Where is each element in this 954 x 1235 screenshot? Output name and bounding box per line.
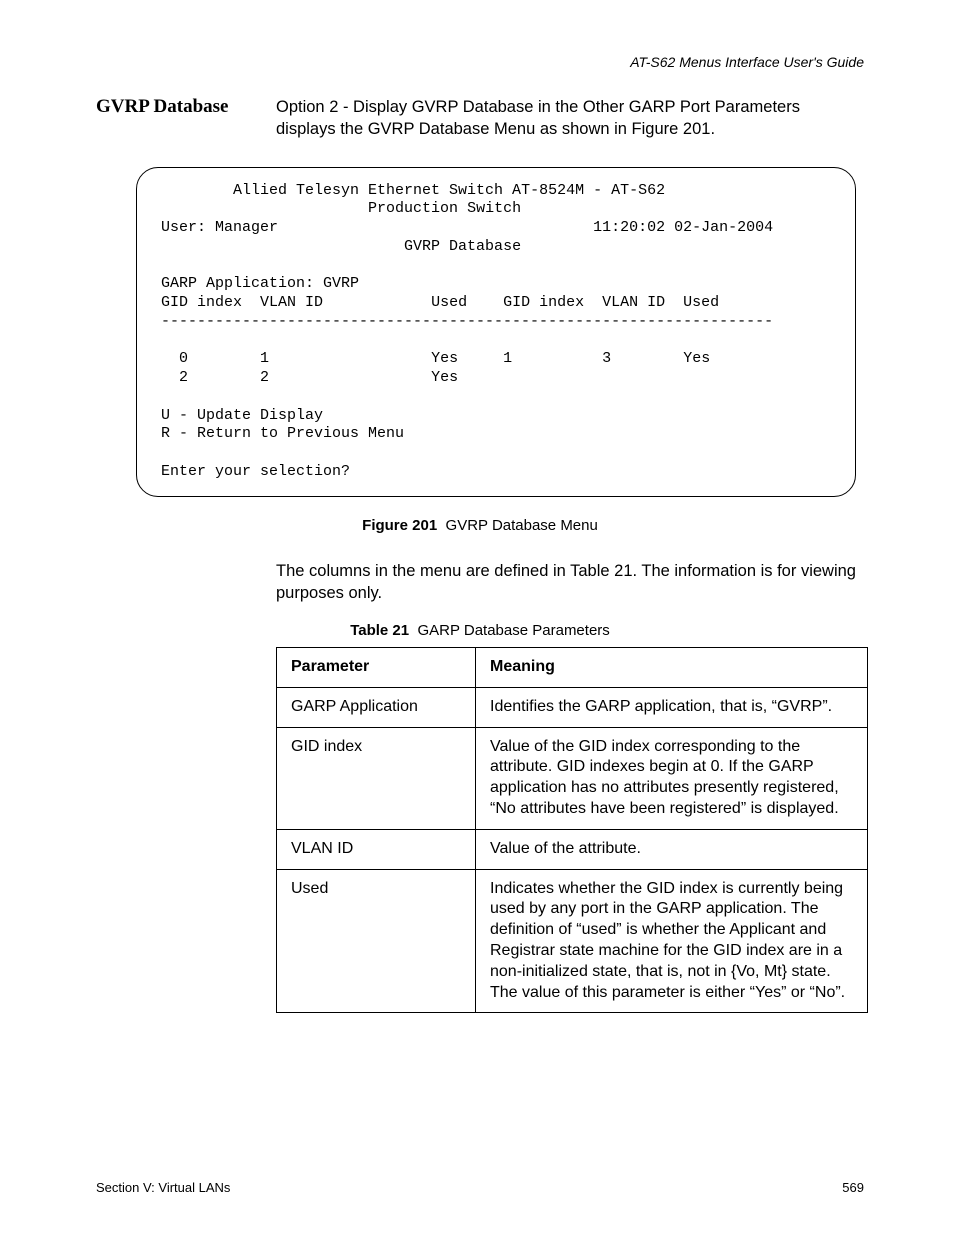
table-row: VLAN ID Value of the attribute. [277,829,868,869]
post-figure-paragraph: The columns in the menu are defined in T… [276,560,864,605]
figure-caption: Figure 201 GVRP Database Menu [96,517,864,534]
page-footer: Section V: Virtual LANs 569 [96,1180,864,1195]
footer-section: Section V: Virtual LANs [96,1180,230,1195]
figure-label: Figure 201 [362,517,437,534]
terminal-screen-title: GVRP Database [404,238,521,255]
section-header-row: GVRP Database Option 2 - Display GVRP Da… [96,96,864,141]
terminal-divider: ----------------------------------------… [161,313,773,330]
th-meaning: Meaning [476,648,868,688]
table-label: Table 21 [350,622,409,639]
col-gid: GID index [161,294,242,311]
th-parameter: Parameter [277,648,476,688]
r1c2: 2 [260,369,269,386]
r0c3: Yes [431,350,458,367]
terminal-prompt: Enter your selection? [161,463,350,480]
figure-text: GVRP Database Menu [446,517,598,534]
cell-meaning: Value of the attribute. [476,829,868,869]
r0c4: 1 [503,350,512,367]
cell-param: GARP Application [277,687,476,727]
cell-param: VLAN ID [277,829,476,869]
footer-page-number: 569 [842,1180,864,1195]
terminal-user-row: User: Manager 11:20:02 02-Jan-2004 [161,219,773,236]
table-row: GARP Application Identifies the GARP app… [277,687,868,727]
table-caption-text: GARP Database Parameters [417,622,609,639]
page: AT-S62 Menus Interface User's Guide GVRP… [0,0,954,1235]
r1c1: 2 [179,369,188,386]
running-header: AT-S62 Menus Interface User's Guide [96,54,864,70]
terminal-subtitle: Production Switch [368,200,521,217]
terminal-opt-u: U - Update Display [161,407,323,424]
col-vlan: VLAN ID [260,294,323,311]
r0c6: Yes [683,350,710,367]
r1c3: Yes [431,369,458,386]
r0c5: 3 [602,350,611,367]
cell-param: Used [277,869,476,1013]
terminal-column-headers: GID index VLAN ID Used GID index VLAN ID… [161,294,719,311]
terminal-row-1: 2 2 Yes [161,369,458,386]
cell-param: GID index [277,727,476,829]
col-used: Used [431,294,467,311]
terminal-screen-title-row: GVRP Database [161,238,521,255]
section-intro: Option 2 - Display GVRP Database in the … [276,96,864,141]
col-gid2: GID index [503,294,584,311]
cell-meaning: Value of the GID index corresponding to … [476,727,868,829]
col-used2: Used [683,294,719,311]
terminal-title-text: Allied Telesyn Ethernet Switch AT-8524M … [233,182,665,199]
section-title: GVRP Database [96,96,276,118]
parameters-table: Parameter Meaning GARP Application Ident… [276,647,868,1013]
r0c2: 1 [260,350,269,367]
terminal-row-0: 0 1 Yes 1 3 Yes [161,350,710,367]
col-vlan2: VLAN ID [602,294,665,311]
terminal-screen: Allied Telesyn Ethernet Switch AT-8524M … [136,167,856,497]
terminal-user: User: Manager [161,219,278,236]
cell-meaning: Identifies the GARP application, that is… [476,687,868,727]
table-caption: Table 21 GARP Database Parameters [96,622,864,639]
terminal-garp-app: GARP Application: GVRP [161,275,359,292]
table-row: Used Indicates whether the GID index is … [277,869,868,1013]
table-header-row: Parameter Meaning [277,648,868,688]
terminal-timestamp: 11:20:02 02-Jan-2004 [593,219,773,236]
r0c1: 0 [179,350,188,367]
terminal-title: Allied Telesyn Ethernet Switch AT-8524M … [161,182,665,218]
cell-meaning: Indicates whether the GID index is curre… [476,869,868,1013]
table-row: GID index Value of the GID index corresp… [277,727,868,829]
terminal-opt-r: R - Return to Previous Menu [161,425,404,442]
